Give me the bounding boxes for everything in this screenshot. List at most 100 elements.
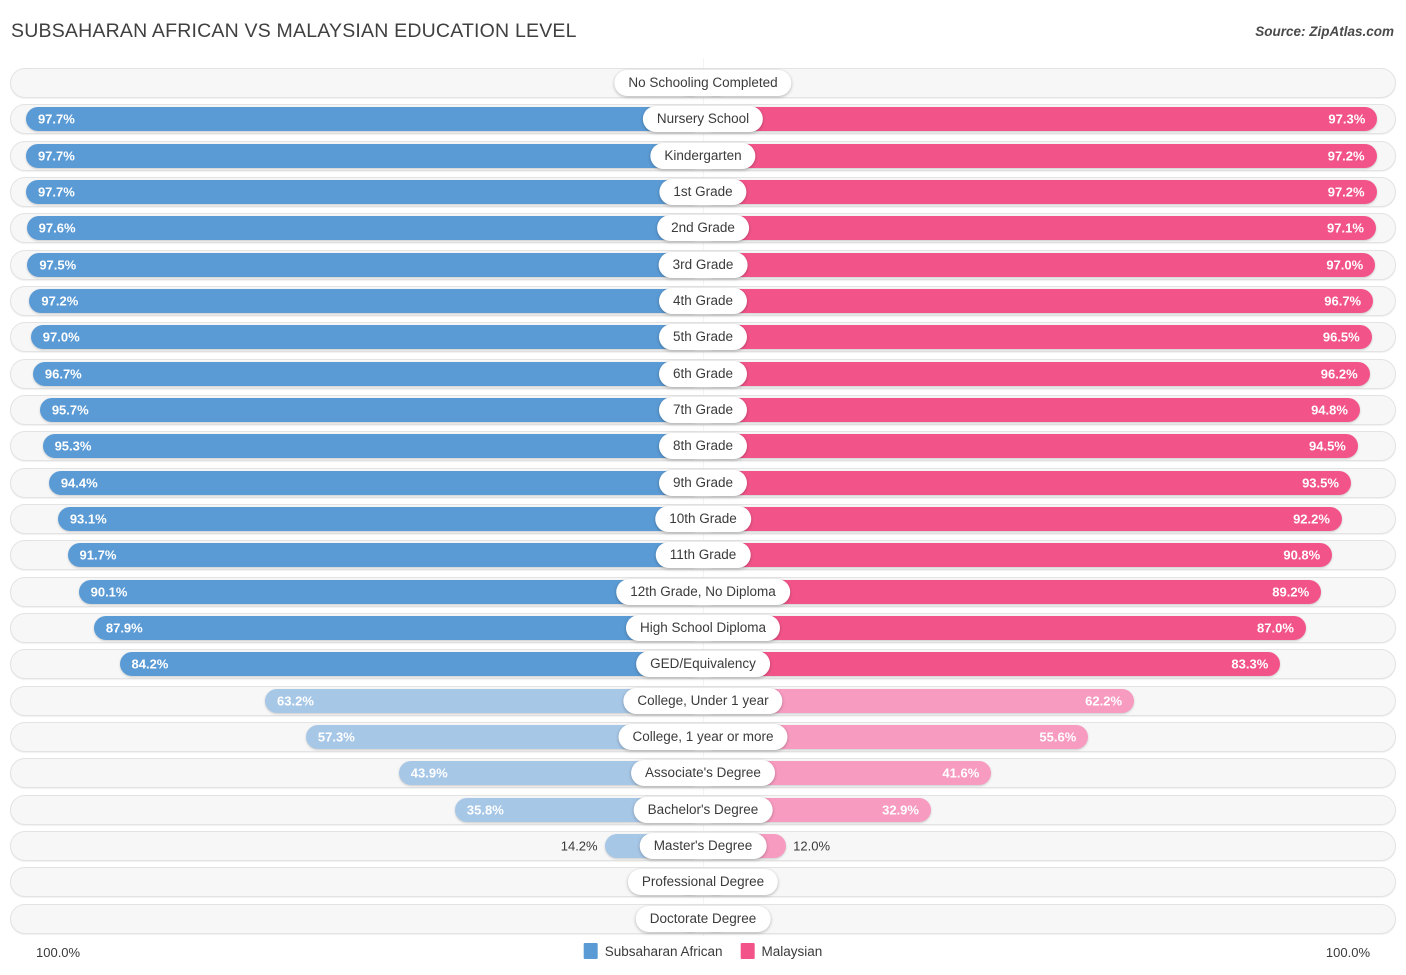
category-label: 1st Grade xyxy=(659,178,747,205)
chart-row: 97.7% 97.2% Kindergarten xyxy=(10,140,1396,171)
chart-legend: Subsaharan African Malaysian xyxy=(583,943,823,959)
page-title: SUBSAHARAN AFRICAN VS MALAYSIAN EDUCATIO… xyxy=(11,20,577,42)
bar-subsaharan-african: 97.7% xyxy=(25,179,703,204)
value-label-malaysian: 97.3% xyxy=(1328,111,1366,127)
axis-max-left: 100.0% xyxy=(36,945,81,960)
value-label-malaysian: 94.5% xyxy=(1309,438,1346,454)
category-label: 7th Grade xyxy=(658,396,748,423)
value-label-subsaharan-african: 14.2% xyxy=(560,838,598,854)
category-label: 5th Grade xyxy=(658,324,748,351)
bar-malaysian: 96.7% xyxy=(703,288,1374,313)
bar-malaysian: 97.0% xyxy=(703,252,1376,277)
value-label-subsaharan-african: 35.8% xyxy=(466,802,504,818)
value-label-subsaharan-african: 97.7% xyxy=(37,111,75,127)
category-label: College, Under 1 year xyxy=(623,687,783,714)
chart-row: 96.7% 96.2% 6th Grade xyxy=(10,358,1396,389)
chart-row: 91.7% 90.8% 11th Grade xyxy=(10,540,1396,571)
value-label-subsaharan-african: 95.3% xyxy=(54,438,92,454)
value-label-malaysian: 90.8% xyxy=(1283,547,1321,563)
chart-row: 97.5% 97.0% 3rd Grade xyxy=(10,249,1396,280)
bar-subsaharan-african: 97.6% xyxy=(26,216,703,241)
bar-subsaharan-african: 84.2% xyxy=(119,652,703,677)
bar-subsaharan-african: 87.9% xyxy=(93,615,703,640)
value-label-malaysian: 41.6% xyxy=(942,765,980,781)
value-label-subsaharan-african: 97.5% xyxy=(39,257,77,273)
legend-swatch-icon xyxy=(740,943,755,959)
chart-row: 97.0% 96.5% 5th Grade xyxy=(10,322,1396,353)
bar-subsaharan-african: 96.7% xyxy=(32,361,703,386)
chart-row: 97.2% 96.7% 4th Grade xyxy=(10,285,1396,316)
value-label-malaysian: 32.9% xyxy=(882,802,919,818)
category-label: College, 1 year or more xyxy=(618,723,788,750)
diverging-bar-plot: 2.3%2.8%No Schooling Completed 97.7% 97.3%… xyxy=(0,58,1406,936)
category-label: 2nd Grade xyxy=(657,215,749,242)
category-label: 4th Grade xyxy=(658,287,748,314)
bar-subsaharan-african: 97.2% xyxy=(29,288,703,313)
bar-malaysian: 97.3% xyxy=(703,107,1378,132)
value-label-malaysian: 89.2% xyxy=(1272,584,1310,600)
value-label-subsaharan-african: 87.9% xyxy=(105,620,143,636)
category-label: GED/Equivalency xyxy=(636,651,770,678)
source-attribution: Source: ZipAtlas.com xyxy=(1255,24,1394,39)
chart-row: 95.7% 94.8% 7th Grade xyxy=(10,394,1396,425)
category-label: Nursery School xyxy=(642,106,764,133)
chart-row: 93.1% 92.2% 10th Grade xyxy=(10,503,1396,534)
chart-row: 2.3%2.8%No Schooling Completed xyxy=(10,68,1396,98)
value-label-subsaharan-african: 84.2% xyxy=(131,656,169,672)
bar-subsaharan-african: 95.7% xyxy=(39,397,703,422)
value-label-malaysian: 96.7% xyxy=(1324,293,1362,309)
bar-malaysian: 97.2% xyxy=(703,179,1377,204)
category-label: Kindergarten xyxy=(650,142,756,169)
chart-row: 90.1% 89.2% 12th Grade, No Diploma xyxy=(10,576,1396,607)
bar-malaysian: 96.5% xyxy=(703,325,1372,350)
category-label: 6th Grade xyxy=(658,360,748,387)
value-label-malaysian: 97.2% xyxy=(1327,148,1365,164)
chart-row: 97.7% 97.2% 1st Grade xyxy=(10,176,1396,207)
value-label-malaysian: 87.0% xyxy=(1257,620,1294,636)
bar-malaysian: 94.5% xyxy=(703,434,1358,459)
bar-subsaharan-african: 95.3% xyxy=(42,434,703,459)
bar-malaysian: 96.2% xyxy=(703,361,1370,386)
value-label-malaysian: 55.6% xyxy=(1039,729,1077,745)
chart-row: 43.9% 41.6% Associate's Degree xyxy=(10,758,1396,789)
bar-subsaharan-african: 97.5% xyxy=(27,252,703,277)
category-label: 11th Grade xyxy=(655,542,751,569)
chart-row: 35.8% 32.9% Bachelor's Degree xyxy=(10,794,1396,825)
bar-malaysian: 97.1% xyxy=(703,216,1376,241)
legend-label: Malaysian xyxy=(761,943,823,959)
category-label: 8th Grade xyxy=(658,433,748,460)
chart-row: 4.1%3.4%Professional Degree xyxy=(10,867,1396,898)
chart-row: 97.7% 97.3% Nursery School xyxy=(10,104,1396,135)
value-label-malaysian: 97.2% xyxy=(1327,184,1365,200)
value-label-malaysian: 12.0% xyxy=(793,838,831,854)
chart-footer: 100.0% 100.0% Subsaharan African Malaysia… xyxy=(0,936,1406,975)
value-label-subsaharan-african: 63.2% xyxy=(277,693,314,709)
category-label: 10th Grade xyxy=(655,505,751,532)
category-label: Professional Degree xyxy=(627,869,779,896)
chart-row: 95.3% 94.5% 8th Grade xyxy=(10,431,1396,462)
bar-malaysian: 94.8% xyxy=(703,397,1360,422)
value-label-subsaharan-african: 97.6% xyxy=(38,220,76,236)
chart-row: 94.4% 93.5% 9th Grade xyxy=(10,467,1396,498)
bar-malaysian: 92.2% xyxy=(703,506,1342,531)
category-label: Doctorate Degree xyxy=(635,905,771,932)
value-label-subsaharan-african: 94.4% xyxy=(60,475,98,491)
chart-row: 14.2% 12.0% Master's Degree xyxy=(10,830,1396,861)
legend-swatch-icon xyxy=(583,943,598,959)
value-label-subsaharan-african: 95.7% xyxy=(51,402,89,418)
bar-subsaharan-african: 97.7% xyxy=(25,143,703,168)
category-label: 12th Grade, No Diploma xyxy=(616,578,790,605)
value-label-malaysian: 92.2% xyxy=(1293,511,1330,527)
category-label: 3rd Grade xyxy=(658,251,748,278)
chart-row: 57.3% 55.6% College, 1 year or more xyxy=(10,721,1396,752)
value-label-malaysian: 96.5% xyxy=(1322,329,1360,345)
value-label-subsaharan-african: 96.7% xyxy=(44,366,82,382)
value-label-subsaharan-african: 97.7% xyxy=(37,184,75,200)
value-label-subsaharan-african: 91.7% xyxy=(79,547,117,563)
value-label-malaysian: 93.5% xyxy=(1302,475,1339,491)
bar-subsaharan-african: 94.4% xyxy=(48,470,703,495)
bar-malaysian: 97.2% xyxy=(703,143,1377,168)
bar-malaysian: 90.8% xyxy=(703,543,1333,568)
bar-malaysian: 89.2% xyxy=(703,579,1322,604)
chart-row: 84.2% 83.3% GED/Equivalency xyxy=(10,649,1396,680)
